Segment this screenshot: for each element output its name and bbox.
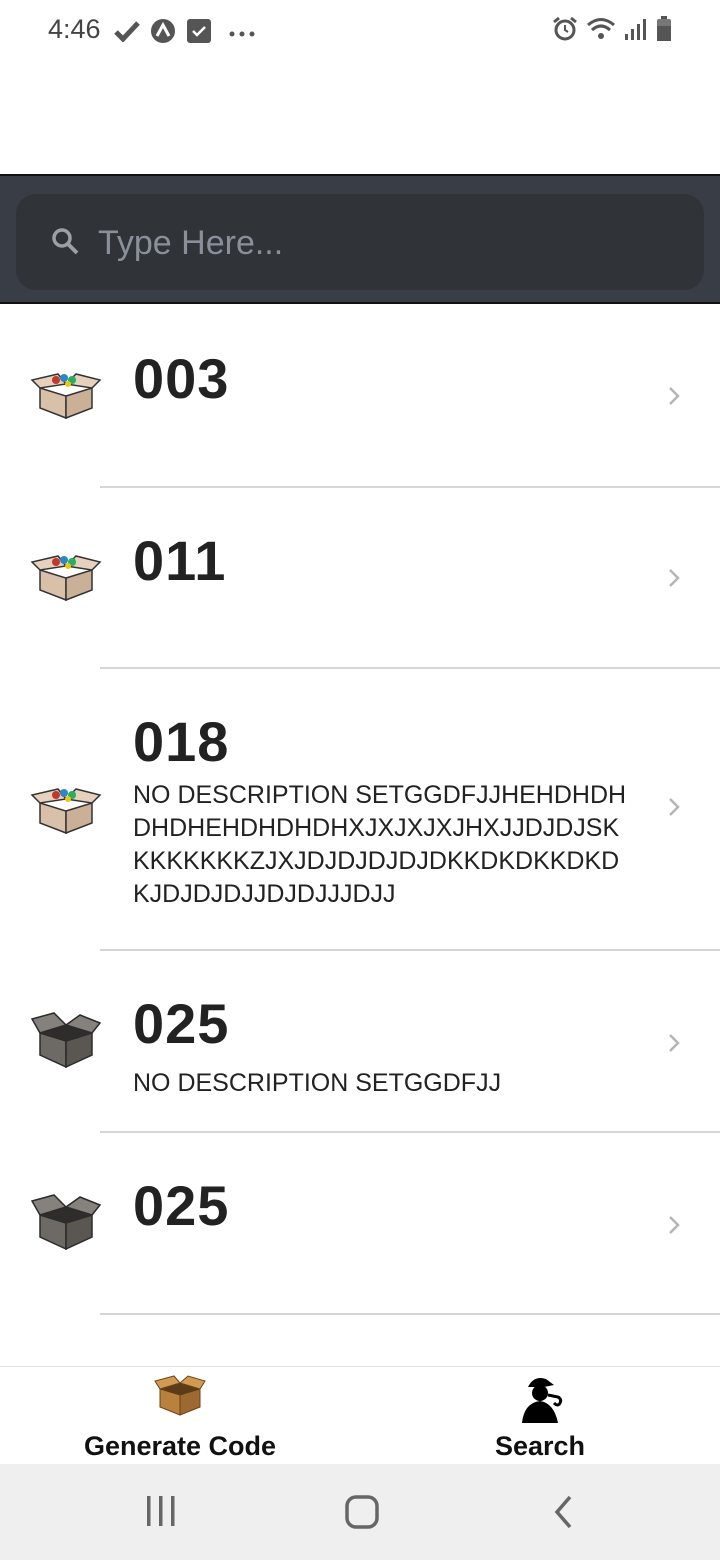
chevron-right-icon bbox=[668, 386, 680, 411]
wifi-icon bbox=[586, 16, 616, 47]
item-code: 025 bbox=[133, 992, 230, 1055]
chevron-right-icon bbox=[668, 1033, 680, 1058]
divider bbox=[100, 1313, 720, 1315]
item-code: 003 bbox=[133, 347, 230, 410]
chevron-right-icon bbox=[668, 1215, 680, 1240]
item-code: 018 bbox=[133, 710, 230, 773]
status-left-icons bbox=[114, 18, 256, 49]
box-open-full-icon bbox=[30, 550, 102, 607]
status-bar: 4:46 bbox=[0, 0, 720, 64]
status-time: 4:46 bbox=[48, 14, 101, 44]
cardboard-box-icon bbox=[154, 1375, 206, 1417]
box-open-empty-icon bbox=[30, 1011, 102, 1074]
box-open-empty-icon bbox=[30, 1193, 102, 1256]
tab-generate-code[interactable]: Generate Code bbox=[0, 1367, 360, 1465]
list-item[interactable]: 003 bbox=[0, 306, 720, 488]
tab-search[interactable]: Search bbox=[360, 1367, 720, 1465]
search-input[interactable] bbox=[96, 214, 680, 272]
tab-label: Search bbox=[494, 1431, 586, 1461]
app-a-icon bbox=[150, 18, 176, 49]
recent-apps-icon[interactable] bbox=[145, 1494, 177, 1533]
status-right-icons bbox=[552, 16, 672, 47]
search-box[interactable] bbox=[16, 194, 704, 290]
bottom-tab-bar: Generate Code Search bbox=[0, 1366, 720, 1465]
tab-label: Generate Code bbox=[83, 1431, 277, 1461]
system-nav-bar bbox=[0, 1464, 720, 1560]
box-open-full-icon bbox=[30, 368, 102, 425]
chevron-right-icon bbox=[668, 568, 680, 593]
app-screen: 4:46 Type Here... 003 011 018 NO DESCRIP… bbox=[0, 0, 720, 1560]
item-code: 025 bbox=[133, 1174, 230, 1237]
task-check-icon bbox=[186, 18, 212, 49]
battery-icon bbox=[656, 16, 672, 47]
list-item[interactable]: 025 NO DESCRIPTION SETGGDFJJ bbox=[0, 951, 720, 1133]
list-item[interactable]: 018 NO DESCRIPTION SETGGDFJJHEHDHDHDHDHE… bbox=[0, 669, 720, 951]
more-dots-icon bbox=[228, 25, 256, 43]
home-icon[interactable] bbox=[344, 1494, 380, 1535]
item-description: NO DESCRIPTION SETGGDFJJHEHDHDHDHDHEHDHD… bbox=[133, 781, 627, 908]
box-open-full-icon bbox=[30, 783, 102, 840]
alarm-icon bbox=[552, 16, 578, 47]
list-item[interactable]: 025 bbox=[0, 1133, 720, 1315]
chevron-right-icon bbox=[668, 797, 680, 822]
signal-icon bbox=[624, 17, 648, 46]
item-description: NO DESCRIPTION SETGGDFJJ bbox=[133, 1069, 502, 1097]
item-code: 011 bbox=[133, 529, 227, 592]
search-icon bbox=[50, 226, 80, 261]
search-bar-container bbox=[0, 174, 720, 304]
list-item[interactable]: 011 bbox=[0, 488, 720, 669]
check-icon bbox=[114, 20, 140, 47]
detective-icon bbox=[514, 1375, 566, 1425]
back-icon[interactable] bbox=[552, 1494, 576, 1535]
code-list: 003 011 018 NO DESCRIPTION SETGGDFJJHEHD… bbox=[0, 306, 720, 1315]
